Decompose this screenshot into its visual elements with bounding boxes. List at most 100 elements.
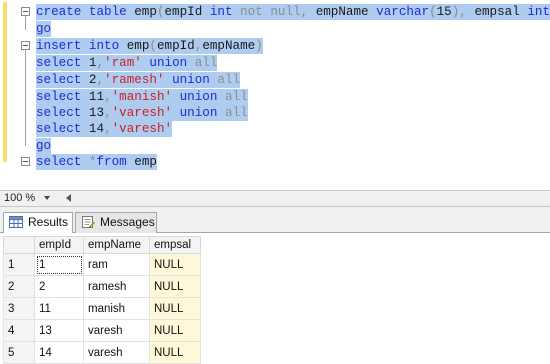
scroll-left-icon[interactable] <box>66 194 71 202</box>
table-row[interactable]: 5 14 varesh NULL <box>3 341 201 364</box>
collapse-insert-icon[interactable] <box>21 41 30 50</box>
row-number[interactable]: 2 <box>3 275 35 298</box>
table-row[interactable]: 1 1 ram NULL <box>3 253 201 276</box>
row-number[interactable]: 4 <box>3 319 35 342</box>
code-token: all <box>224 106 248 120</box>
code-token: create table <box>36 5 135 19</box>
code-token: from <box>96 155 135 169</box>
code-token: select <box>36 106 89 120</box>
table-row[interactable]: 4 13 varesh NULL <box>3 319 201 342</box>
code-line[interactable]: select 13,'varesh' union all <box>36 105 248 121</box>
code-token: all <box>194 56 218 70</box>
code-token: emp <box>134 5 157 19</box>
code-token: int <box>209 5 241 19</box>
cell-empid[interactable]: 14 <box>34 341 84 364</box>
code-token: emp <box>134 155 157 169</box>
code-token: 'ram' <box>104 56 150 70</box>
code-line[interactable]: create table emp(empId int not null, emp… <box>36 4 550 20</box>
cell-empsal[interactable]: NULL <box>149 297 201 320</box>
code-line[interactable]: insert into emp(empId,empName) <box>36 38 263 54</box>
code-token: select <box>36 155 89 169</box>
cell-empid[interactable]: 11 <box>34 297 84 320</box>
code-token: not null <box>240 5 301 19</box>
cell-empid[interactable]: 13 <box>34 319 84 342</box>
code-token: empsal <box>474 5 528 19</box>
code-token: empId <box>164 5 210 19</box>
code-line[interactable]: select 2,'ramesh' union all <box>36 72 241 88</box>
results-tabs: Results Messages <box>0 207 550 234</box>
code-token: , <box>104 106 112 120</box>
row-number[interactable]: 3 <box>3 297 35 320</box>
code-token: 13 <box>88 106 105 120</box>
code-line[interactable]: go <box>36 21 52 37</box>
cell-empname[interactable]: varesh <box>83 341 150 364</box>
tab-messages[interactable]: Messages <box>75 212 157 233</box>
code-token: empName <box>202 39 256 53</box>
row-number[interactable]: 5 <box>3 341 35 364</box>
code-token: 'manish' <box>111 90 180 104</box>
zoom-bar: 100 % <box>0 190 550 207</box>
outline-line <box>25 16 26 30</box>
table-row[interactable]: 2 2 ramesh NULL <box>3 275 201 298</box>
collapse-create-icon[interactable] <box>21 7 30 16</box>
corner-header[interactable] <box>3 236 35 254</box>
column-header[interactable]: empsal <box>149 236 201 254</box>
code-token: ( <box>156 5 165 19</box>
code-line[interactable]: select 14,'varesh' <box>36 121 173 137</box>
cell-empname[interactable]: ramesh <box>83 275 150 298</box>
code-token: union <box>149 56 195 70</box>
chevron-down-icon[interactable] <box>44 196 50 200</box>
row-number[interactable]: 1 <box>3 253 35 276</box>
code-token: ), <box>451 5 475 19</box>
code-line[interactable]: select *from emp <box>36 154 157 170</box>
code-token: ( <box>149 39 157 53</box>
results-grid[interactable]: empId empName empsal 1 1 ram NULL 2 2 ra… <box>0 233 550 364</box>
code-token: , <box>96 73 105 87</box>
messages-icon <box>82 216 95 228</box>
code-token: insert into <box>36 39 127 53</box>
cell-empsal[interactable]: NULL <box>149 341 201 364</box>
code-token: , <box>300 5 316 19</box>
code-token: , <box>104 122 112 136</box>
code-token: all <box>224 90 248 104</box>
table-row[interactable]: 3 11 manish NULL <box>3 297 201 320</box>
column-header[interactable]: empId <box>34 236 84 254</box>
code-line[interactable]: select 1,'ram' union all <box>36 55 218 71</box>
cell-empsal[interactable]: NULL <box>149 253 201 276</box>
code-token: go <box>36 139 52 153</box>
cell-empsal[interactable]: NULL <box>149 319 201 342</box>
zoom-dropdown[interactable]: 100 % <box>4 192 35 204</box>
tab-results-label: Results <box>28 215 69 229</box>
code-token: 'varesh' <box>111 106 180 120</box>
code-line[interactable]: select 11,'manish' union all <box>36 89 248 105</box>
query-editor[interactable]: create table emp(empId int not null, emp… <box>0 0 550 190</box>
code-token: 'ramesh' <box>104 73 173 87</box>
code-token: empId <box>156 39 195 53</box>
code-token: varchar <box>376 5 430 19</box>
tab-messages-label: Messages <box>100 215 155 229</box>
code-token: select <box>36 122 89 136</box>
code-line[interactable]: go <box>36 138 52 154</box>
change-indicator <box>3 2 7 162</box>
code-token: 15 <box>436 5 452 19</box>
cell-empsal[interactable]: NULL <box>149 275 201 298</box>
cell-empname[interactable]: manish <box>83 297 150 320</box>
code-token: ( <box>429 5 437 19</box>
code-token: , <box>104 90 112 104</box>
collapse-select-icon[interactable] <box>21 157 30 166</box>
results-table: empId empName empsal 1 1 ram NULL 2 2 ra… <box>3 236 201 364</box>
code-token: select <box>36 90 89 104</box>
code-token: union <box>179 106 225 120</box>
cell-empid[interactable]: 2 <box>34 275 84 298</box>
cell-empname[interactable]: ram <box>83 253 150 276</box>
cell-empid[interactable]: 1 <box>34 253 84 276</box>
cell-empname[interactable]: varesh <box>83 319 150 342</box>
code-token: go <box>36 22 52 36</box>
code-token: 'varesh' <box>111 122 173 136</box>
code-token: , <box>96 56 105 70</box>
code-token: ) <box>255 39 263 53</box>
column-header[interactable]: empName <box>83 236 150 254</box>
tab-results[interactable]: Results <box>3 212 73 234</box>
grid-icon <box>9 216 23 228</box>
code-token: select <box>36 56 89 70</box>
